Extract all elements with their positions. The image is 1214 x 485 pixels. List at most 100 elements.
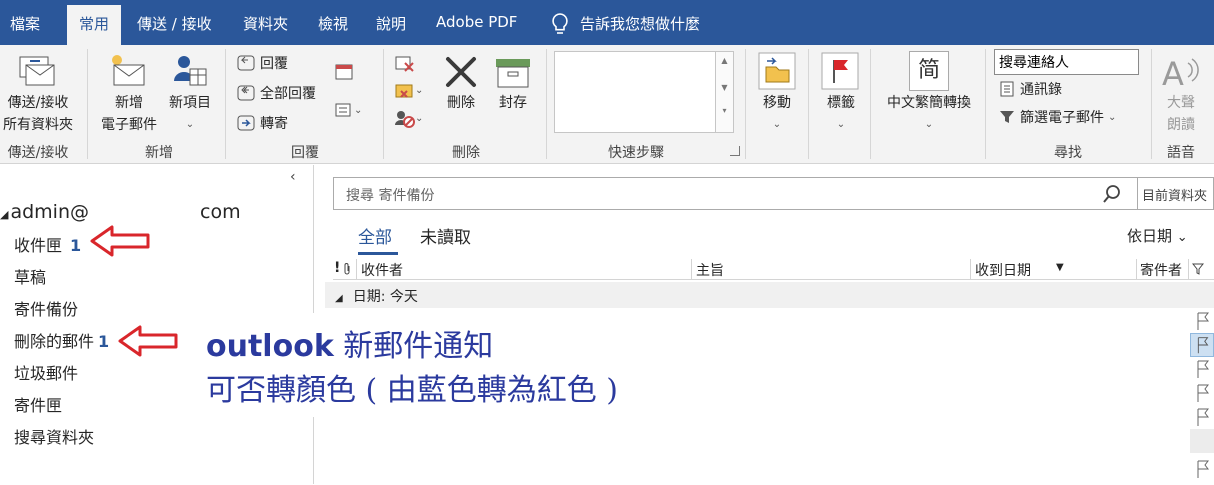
flag-outline-icon bbox=[1197, 460, 1209, 478]
chinese-conversion-icon: 简 bbox=[909, 51, 949, 91]
folder-outbox[interactable]: 寄件匣 bbox=[14, 392, 62, 416]
column-header-row: ! 收件者 主旨 收到日期 ▼ 寄件者 bbox=[333, 258, 1214, 280]
new-email-label-2: 電子郵件 bbox=[101, 117, 157, 133]
annotation-line-1: outlook 新郵件通知 bbox=[206, 321, 493, 365]
tab-file[interactable]: 檔案 bbox=[10, 13, 40, 34]
chevron-down-icon: ⌄ bbox=[1176, 230, 1188, 245]
column-divider bbox=[1136, 259, 1137, 279]
recipient-column-header[interactable]: 收件者 bbox=[361, 260, 403, 280]
account-name: admin@ bbox=[10, 201, 90, 223]
menu-bar: 檔案 常用 傳送 / 接收 資料夾 檢視 說明 Adobe PDF 告訴我您想做… bbox=[0, 0, 1214, 45]
chevron-down-icon: ⌄ bbox=[772, 119, 782, 130]
folder-label: 垃圾郵件 bbox=[14, 364, 79, 383]
folder-label: 寄件匣 bbox=[14, 396, 63, 415]
folder-search-folders[interactable]: 搜尋資料夾 bbox=[14, 424, 94, 448]
ribbon-separator bbox=[808, 49, 809, 159]
folder-label: 搜尋資料夾 bbox=[14, 428, 95, 447]
svg-text:A: A bbox=[1162, 55, 1184, 93]
delete-icon bbox=[446, 57, 476, 87]
flag-cell[interactable] bbox=[1190, 429, 1214, 453]
folder-label: 刪除的郵件 bbox=[14, 332, 95, 351]
tab-folder[interactable]: 資料夾 bbox=[243, 13, 288, 34]
folder-inbox[interactable]: 收件匣 1 bbox=[14, 232, 81, 256]
reply-all-label: 全部回覆 bbox=[260, 86, 316, 102]
reply-all-button[interactable]: 全部回覆 bbox=[236, 83, 316, 103]
new-items-label: 新項目 bbox=[169, 95, 211, 111]
junk-icon bbox=[395, 111, 415, 128]
forward-icon bbox=[237, 115, 255, 131]
search-mail-input[interactable]: 搜尋 寄件備份 目前資料夾 bbox=[333, 177, 1214, 210]
tab-adobe-pdf[interactable]: Adobe PDF bbox=[436, 13, 517, 31]
group-label-send-receive: 傳送/接收 bbox=[7, 145, 69, 161]
annotation-callout: outlook 新郵件通知 可否轉顏色 ( 由藍色轉為紅色 ) bbox=[196, 313, 706, 417]
active-filter-underline bbox=[358, 252, 398, 255]
send-receive-label-2: 所有資料夾 bbox=[3, 117, 73, 133]
filter-all-tab[interactable]: 全部 bbox=[358, 223, 392, 248]
forward-label: 轉寄 bbox=[260, 116, 288, 132]
received-column-header[interactable]: 收到日期 bbox=[975, 260, 1031, 280]
flag-cell[interactable] bbox=[1190, 333, 1214, 357]
folder-deleted-items[interactable]: 刪除的郵件 1 bbox=[14, 328, 109, 352]
tab-help[interactable]: 說明 bbox=[376, 13, 406, 34]
archive-icon bbox=[496, 59, 530, 88]
filter-email-button[interactable]: 篩選電子郵件 ⌄ bbox=[998, 107, 1116, 127]
junk-button[interactable]: ⌄ bbox=[393, 107, 423, 129]
address-book-button[interactable]: 通訊錄 bbox=[998, 79, 1062, 99]
folder-sent-items[interactable]: 寄件備份 bbox=[14, 296, 78, 320]
annotation-outlook-word: outlook bbox=[206, 329, 334, 364]
reply-icon bbox=[237, 55, 255, 71]
reply-button[interactable]: 回覆 bbox=[236, 53, 288, 73]
tell-me-search[interactable]: 告訴我您想做什麼 bbox=[580, 13, 700, 34]
collapse-folder-pane-icon[interactable]: ‹ bbox=[290, 169, 296, 185]
flag-cell[interactable] bbox=[1190, 357, 1214, 381]
flag-outline-icon bbox=[1197, 408, 1209, 426]
cleanup-button[interactable]: ⌄ bbox=[393, 79, 423, 101]
search-placeholder: 搜尋 寄件備份 bbox=[346, 188, 435, 204]
sender-column-header[interactable]: 寄件者 bbox=[1140, 260, 1182, 280]
column-divider bbox=[1188, 259, 1189, 279]
chevron-down-icon: ⌄ bbox=[924, 119, 934, 130]
tab-home[interactable]: 常用 bbox=[67, 5, 122, 45]
tab-send-receive[interactable]: 傳送 / 接收 bbox=[137, 13, 212, 34]
attachment-column-icon[interactable] bbox=[342, 262, 352, 276]
ignore-icon[interactable] bbox=[393, 51, 415, 73]
ribbon-separator bbox=[870, 49, 871, 159]
tab-view[interactable]: 檢視 bbox=[318, 13, 348, 34]
ribbon-separator bbox=[87, 49, 88, 159]
flag-cell[interactable] bbox=[1190, 309, 1214, 333]
chevron-down-icon: ⌄ bbox=[836, 119, 846, 130]
collapse-group-icon[interactable]: ◢ bbox=[335, 293, 343, 304]
date-group-header[interactable]: ◢ 日期: 今天 bbox=[325, 282, 1214, 308]
group-label-quick-steps: 快速步驟 bbox=[608, 145, 664, 161]
folder-junk[interactable]: 垃圾郵件 bbox=[14, 360, 78, 384]
ribbon: 傳送/接收 所有資料夾 傳送/接收 新增 電子郵件 新項目 ⌄ 新增 回覆 全部… bbox=[0, 45, 1214, 164]
ribbon-separator bbox=[383, 49, 384, 159]
annotation-line-2: 可否轉顏色 ( 由藍色轉為紅色 ) bbox=[206, 373, 619, 408]
search-icon[interactable] bbox=[1102, 184, 1122, 204]
search-scope-dropdown[interactable]: 目前資料夾 bbox=[1137, 178, 1214, 209]
new-email-icon bbox=[112, 55, 145, 86]
address-book-label: 通訊錄 bbox=[1020, 82, 1062, 98]
quick-steps-scrollbar[interactable]: ▲ ▼ ▾ bbox=[715, 52, 733, 132]
subject-column-header[interactable]: 主旨 bbox=[696, 260, 724, 280]
flag-cell[interactable] bbox=[1190, 405, 1214, 429]
quick-steps-launcher-icon[interactable] bbox=[730, 146, 740, 156]
forward-button[interactable]: 轉寄 bbox=[236, 113, 288, 133]
folder-label: 草稿 bbox=[14, 268, 47, 287]
importance-column-icon[interactable]: ! bbox=[334, 260, 340, 276]
folder-drafts[interactable]: 草稿 bbox=[14, 264, 46, 288]
filter-icon bbox=[1000, 111, 1014, 123]
sort-by-date-dropdown[interactable]: 依日期 ⌄ bbox=[1127, 225, 1188, 246]
meeting-icon[interactable] bbox=[334, 63, 354, 81]
search-people-input[interactable] bbox=[994, 49, 1139, 75]
flag-cell[interactable] bbox=[1190, 457, 1214, 481]
group-label-speech: 語音 bbox=[1167, 145, 1195, 161]
filter-unread-tab[interactable]: 未讀取 bbox=[420, 223, 471, 248]
more-respond-button[interactable]: ⌄ bbox=[334, 101, 362, 119]
flag-cell[interactable] bbox=[1190, 381, 1214, 405]
expand-triangle-icon[interactable]: ◢ bbox=[0, 208, 8, 221]
flag-column-icon[interactable] bbox=[1192, 262, 1204, 276]
new-items-icon bbox=[174, 56, 207, 86]
account-header[interactable]: ◢ admin@ bbox=[0, 201, 89, 223]
quick-steps-gallery[interactable]: ▲ ▼ ▾ bbox=[554, 51, 734, 133]
